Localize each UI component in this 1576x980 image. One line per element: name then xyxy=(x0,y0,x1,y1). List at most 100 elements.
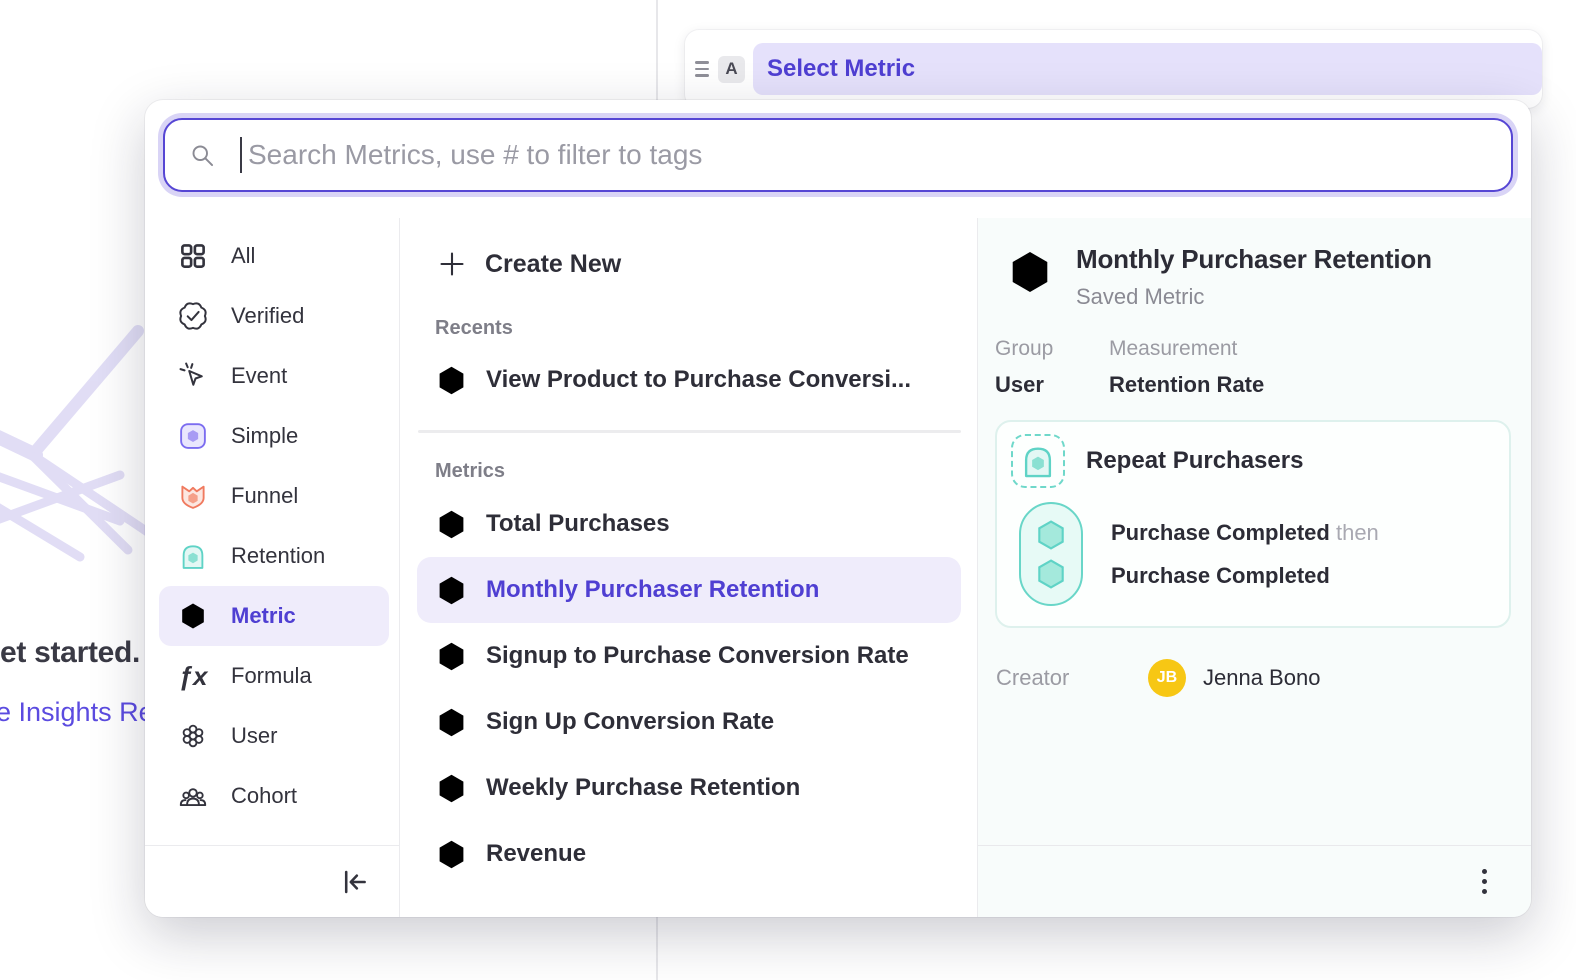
sidebar-item-label: Formula xyxy=(231,663,312,689)
cohort-people-icon xyxy=(178,781,208,811)
creator-label: Creator xyxy=(996,665,1148,691)
metric-hexagon-icon xyxy=(178,601,208,631)
metric-hexagon-icon xyxy=(435,706,468,739)
metric-item-total-purchases[interactable]: Total Purchases xyxy=(417,491,961,557)
simple-hexagon-icon xyxy=(178,421,208,451)
step-event-name: Purchase Completed xyxy=(1111,520,1330,545)
sidebar-item-label: Event xyxy=(231,363,287,389)
definition-step-2: Purchase Completed xyxy=(1111,563,1379,589)
metric-picker-dialog: All Verified Event Simple Funnel xyxy=(145,100,1531,917)
detail-meta: Group User Measurement Retention Rate xyxy=(995,337,1521,398)
event-hexagon-icon xyxy=(1034,518,1068,552)
sidebar-item-event[interactable]: Event xyxy=(159,346,389,406)
step-event-name: Purchase Completed xyxy=(1111,563,1330,588)
sidebar-item-metric[interactable]: Metric xyxy=(159,586,389,646)
detail-footer xyxy=(978,845,1531,917)
sidebar-item-retention[interactable]: Retention xyxy=(159,526,389,586)
metric-item-label: Weekly Purchase Retention xyxy=(486,774,800,802)
metrics-section-label: Metrics xyxy=(435,460,961,483)
creator-row: Creator JB Jenna Bono xyxy=(995,659,1521,697)
funnel-metric-hexagon-icon xyxy=(435,364,468,397)
background-get-started-text: et started. xyxy=(0,636,140,670)
sidebar-item-label: Metric xyxy=(231,603,296,629)
metric-hexagon-icon xyxy=(435,640,468,673)
type-filter-sidebar: All Verified Event Simple Funnel xyxy=(145,218,400,917)
metric-item-monthly-purchaser-retention[interactable]: Monthly Purchaser Retention xyxy=(417,557,961,623)
metric-item-signup-to-purchase[interactable]: Signup to Purchase Conversion Rate xyxy=(417,623,961,689)
then-connector: then xyxy=(1336,520,1379,545)
sidebar-footer xyxy=(145,845,399,917)
measurement-value: Retention Rate xyxy=(1109,372,1264,398)
detail-header: Monthly Purchaser Retention Saved Metric xyxy=(995,244,1521,310)
metric-item-sign-up-conversion[interactable]: Sign Up Conversion Rate xyxy=(417,689,961,755)
sidebar-item-label: Simple xyxy=(231,423,298,449)
sidebar-item-cohort[interactable]: Cohort xyxy=(159,766,389,826)
screen: et started. e Insights Re A Select Metri… xyxy=(0,0,1576,980)
search-icon xyxy=(189,142,216,169)
group-label: Group xyxy=(995,337,1085,361)
creator-avatar: JB xyxy=(1148,659,1186,697)
plus-icon xyxy=(438,250,466,278)
sidebar-item-label: All xyxy=(231,243,255,269)
create-new-label: Create New xyxy=(485,250,621,279)
metric-list-column: Create New Recents View Product to Purch… xyxy=(400,218,978,917)
group-value: User xyxy=(995,372,1085,398)
create-new-button[interactable]: Create New xyxy=(417,238,961,290)
retention-arch-icon xyxy=(1019,442,1057,480)
event-hexagon-icon xyxy=(1034,557,1068,591)
clause-letter-badge: A xyxy=(718,56,745,83)
recent-metric-label: View Product to Purchase Conversi... xyxy=(486,366,911,394)
retention-arch-icon xyxy=(178,541,208,571)
drag-handle-icon[interactable] xyxy=(695,61,709,77)
metric-hexagon-icon xyxy=(435,574,468,607)
sidebar-item-label: Cohort xyxy=(231,783,297,809)
select-metric-label: Select Metric xyxy=(767,55,915,83)
sidebar-item-label: Funnel xyxy=(231,483,298,509)
sidebar-item-label: User xyxy=(231,723,277,749)
metric-item-weekly-purchase-retention[interactable]: Weekly Purchase Retention xyxy=(417,755,961,821)
sidebar-item-funnel[interactable]: Funnel xyxy=(159,466,389,526)
sidebar-item-label: Retention xyxy=(231,543,325,569)
metric-hexagon-icon xyxy=(435,838,468,871)
event-cursor-icon xyxy=(178,361,208,391)
metric-item-label: Monthly Purchaser Retention xyxy=(486,576,819,604)
verified-badge-icon xyxy=(178,301,208,331)
funnel-hexagon-icon xyxy=(178,481,208,511)
sidebar-item-all[interactable]: All xyxy=(159,226,389,286)
sidebar-item-simple[interactable]: Simple xyxy=(159,406,389,466)
definition-step-1: Purchase Completed then xyxy=(1111,520,1379,546)
metric-item-revenue[interactable]: Revenue xyxy=(417,821,961,887)
definition-card: Repeat Purchasers Purchase Completed the… xyxy=(995,420,1511,628)
sidebar-item-verified[interactable]: Verified xyxy=(159,286,389,346)
measurement-label: Measurement xyxy=(1109,337,1264,361)
event-sequence-capsule xyxy=(1019,502,1083,606)
search-input[interactable] xyxy=(246,138,1487,172)
creator-name: Jenna Bono xyxy=(1203,665,1320,691)
recent-metric-item[interactable]: View Product to Purchase Conversi... xyxy=(417,348,961,412)
user-flower-icon xyxy=(178,721,208,751)
sidebar-item-formula[interactable]: ƒx Formula xyxy=(159,646,389,706)
select-metric-button[interactable]: Select Metric xyxy=(753,43,1542,95)
search-bar xyxy=(158,113,1518,197)
grid-icon xyxy=(178,241,208,271)
collapse-sidebar-icon[interactable] xyxy=(337,865,371,899)
list-divider xyxy=(418,430,961,433)
metric-item-label: Total Purchases xyxy=(486,510,670,538)
metric-hexagon-icon xyxy=(435,508,468,541)
text-cursor xyxy=(240,137,242,173)
metric-item-label: Signup to Purchase Conversion Rate xyxy=(486,642,909,670)
metric-clause-card: A Select Metric xyxy=(685,30,1542,108)
sidebar-item-user[interactable]: User xyxy=(159,706,389,766)
sidebar-item-label: Verified xyxy=(231,303,304,329)
recents-section-label: Recents xyxy=(435,317,961,340)
metric-hexagon-icon xyxy=(435,772,468,805)
formula-fx-icon: ƒx xyxy=(178,661,208,692)
more-options-icon[interactable] xyxy=(1476,863,1493,900)
background-insights-link[interactable]: e Insights Re xyxy=(0,697,154,728)
metric-item-label: Sign Up Conversion Rate xyxy=(486,708,774,736)
detail-subtitle: Saved Metric xyxy=(1076,284,1432,310)
repeat-purchasers-icon xyxy=(1011,434,1065,488)
retention-metric-hexagon-icon xyxy=(1006,248,1054,296)
definition-name: Repeat Purchasers xyxy=(1086,447,1303,475)
metric-detail-panel: Monthly Purchaser Retention Saved Metric… xyxy=(978,218,1531,917)
